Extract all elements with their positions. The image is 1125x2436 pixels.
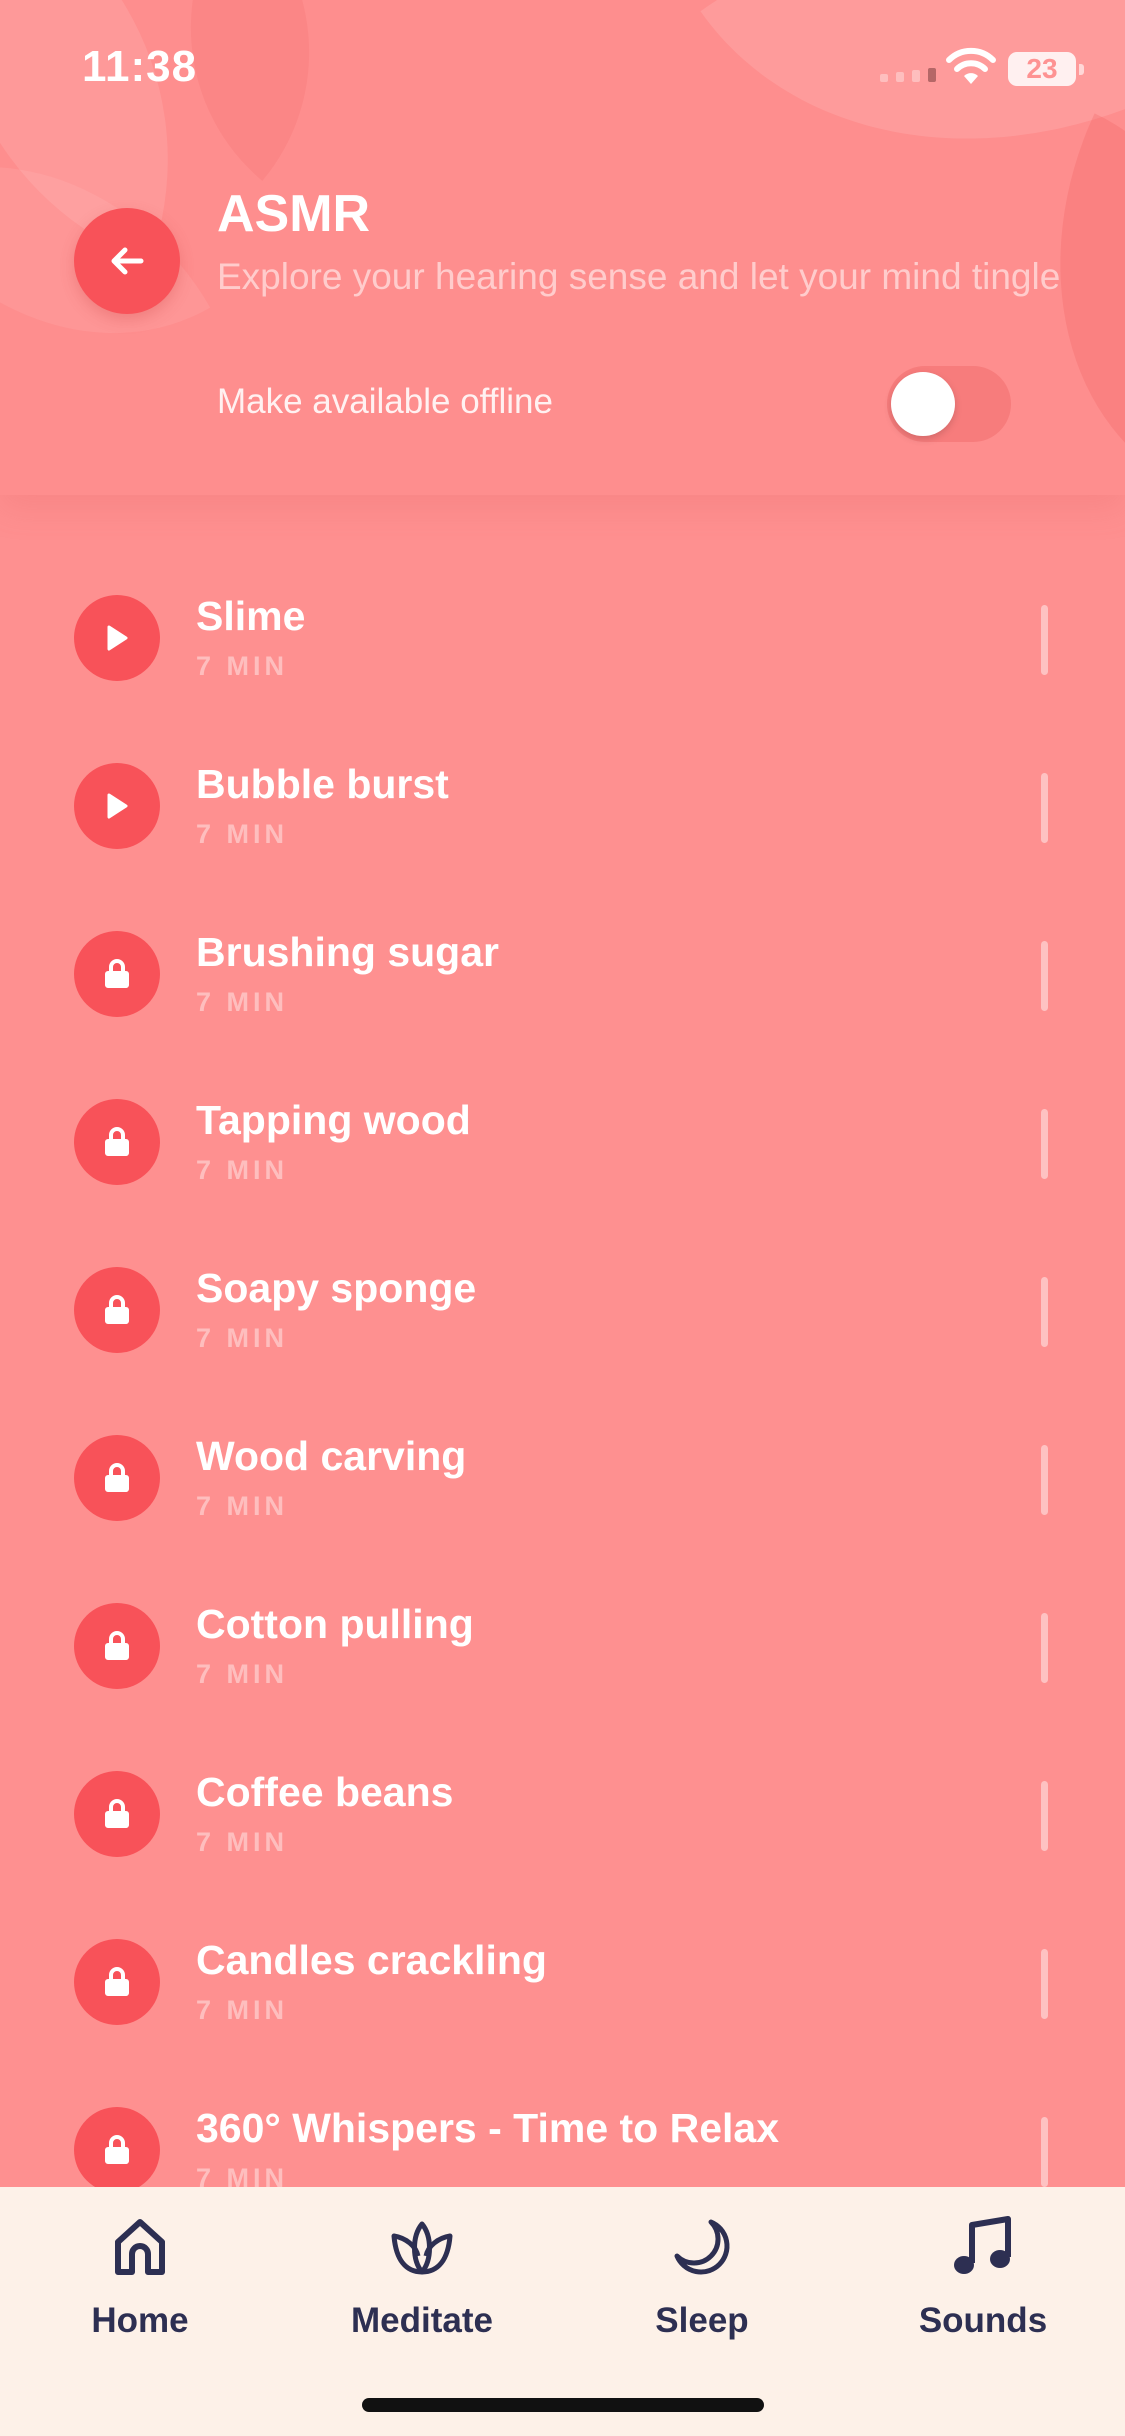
track-duration: 7 MIN xyxy=(196,1995,289,2025)
track-name: Coffee beans xyxy=(196,1769,454,1815)
battery-icon: 23 xyxy=(1008,52,1084,86)
status-time: 11:38 xyxy=(82,42,198,91)
track-name: Wood carving xyxy=(196,1433,467,1479)
track-duration: 7 MIN xyxy=(196,1155,289,1185)
track-duration: 7 MIN xyxy=(196,987,289,1017)
tab-label: Home xyxy=(91,2301,189,2340)
drag-handle[interactable] xyxy=(1041,1277,1048,1347)
track-name: Soapy sponge xyxy=(196,1265,477,1311)
locked-badge[interactable] xyxy=(74,1939,160,2025)
lock-icon xyxy=(105,1127,129,1156)
tab-sounds[interactable]: Sounds xyxy=(873,2211,1093,2361)
locked-badge[interactable] xyxy=(74,1603,160,1689)
tab-label: Sounds xyxy=(918,2301,1048,2340)
drag-handle[interactable] xyxy=(1041,605,1048,675)
tab-meditate[interactable]: Meditate xyxy=(312,2211,532,2361)
drag-handle[interactable] xyxy=(1041,1949,1048,2019)
tab-home[interactable]: Home xyxy=(30,2211,250,2361)
tab-label: Sleep xyxy=(655,2301,749,2340)
lock-icon xyxy=(105,1463,129,1492)
track-row[interactable]: Slime 7 MIN xyxy=(0,555,1125,723)
moon-icon xyxy=(674,2219,730,2275)
track-row[interactable]: Bubble burst 7 MIN xyxy=(0,723,1125,891)
drag-handle[interactable] xyxy=(1041,941,1048,1011)
home-icon xyxy=(115,2219,165,2275)
track-duration: 7 MIN xyxy=(196,1827,289,1857)
toggle-knob xyxy=(891,372,955,436)
track-row[interactable]: Brushing sugar 7 MIN xyxy=(0,891,1125,1059)
locked-badge[interactable] xyxy=(74,2107,160,2187)
wifi-icon xyxy=(946,47,996,84)
track-name: Bubble burst xyxy=(196,761,449,807)
drag-handle[interactable] xyxy=(1041,2117,1048,2187)
track-name: Candles crackling xyxy=(196,1937,547,1983)
page-title: ASMR xyxy=(217,185,371,243)
track-row[interactable]: Candles crackling 7 MIN xyxy=(0,1899,1125,2067)
back-button[interactable] xyxy=(74,208,180,314)
track-row[interactable]: Coffee beans 7 MIN xyxy=(0,1731,1125,1899)
home-indicator xyxy=(362,2398,764,2412)
cellular-signal-icon xyxy=(880,68,936,82)
track-name: Tapping wood xyxy=(196,1097,471,1143)
drag-handle[interactable] xyxy=(1041,1445,1048,1515)
track-row[interactable]: Cotton pulling 7 MIN xyxy=(0,1563,1125,1731)
drag-handle[interactable] xyxy=(1041,773,1048,843)
lotus-icon xyxy=(391,2221,453,2275)
drag-handle[interactable] xyxy=(1041,1781,1048,1851)
arrow-left-icon xyxy=(111,247,144,275)
track-duration: 7 MIN xyxy=(196,1491,289,1521)
lock-icon xyxy=(105,1967,129,1996)
lock-icon xyxy=(105,2135,129,2164)
locked-badge[interactable] xyxy=(74,1435,160,1521)
drag-handle[interactable] xyxy=(1041,1109,1048,1179)
track-duration: 7 MIN xyxy=(196,1323,289,1353)
play-button[interactable] xyxy=(74,595,160,681)
play-icon xyxy=(107,793,128,819)
track-row[interactable]: Wood carving 7 MIN xyxy=(0,1395,1125,1563)
track-list: Slime 7 MIN Bubble burst 7 MIN Brushing suga… xyxy=(0,555,1125,2187)
track-duration: 7 MIN xyxy=(196,2163,289,2187)
track-duration: 7 MIN xyxy=(196,651,289,681)
lock-icon xyxy=(105,1631,129,1660)
offline-label: Make available offline xyxy=(217,382,553,421)
play-icon xyxy=(107,625,128,651)
music-note-icon xyxy=(954,2216,1011,2274)
locked-badge[interactable] xyxy=(74,931,160,1017)
lock-icon xyxy=(105,959,129,988)
locked-badge[interactable] xyxy=(74,1099,160,1185)
locked-badge[interactable] xyxy=(74,1771,160,1857)
track-name: Brushing sugar xyxy=(196,929,499,975)
drag-handle[interactable] xyxy=(1041,1613,1048,1683)
track-row[interactable]: 360° Whispers - Time to Relax 7 MIN xyxy=(0,2067,1125,2187)
offline-toggle[interactable] xyxy=(887,366,1011,442)
track-name: Cotton pulling xyxy=(196,1601,474,1647)
track-duration: 7 MIN xyxy=(196,819,289,849)
status-bar: 11:38 23 xyxy=(0,0,1125,140)
track-duration: 7 MIN xyxy=(196,1659,289,1689)
track-name: Slime xyxy=(196,593,306,639)
lock-icon xyxy=(105,1295,129,1324)
track-name: 360° Whispers - Time to Relax xyxy=(196,2105,780,2151)
track-row[interactable]: Tapping wood 7 MIN xyxy=(0,1059,1125,1227)
tab-label: Meditate xyxy=(351,2301,493,2340)
play-button[interactable] xyxy=(74,763,160,849)
track-row[interactable]: Soapy sponge 7 MIN xyxy=(0,1227,1125,1395)
tab-sleep[interactable]: Sleep xyxy=(592,2211,812,2361)
header: 11:38 23 ASMR Explore your hearing sense… xyxy=(0,0,1125,495)
page-subtitle: Explore your hearing sense and let your … xyxy=(217,256,1061,297)
lock-icon xyxy=(105,1799,129,1828)
locked-badge[interactable] xyxy=(74,1267,160,1353)
